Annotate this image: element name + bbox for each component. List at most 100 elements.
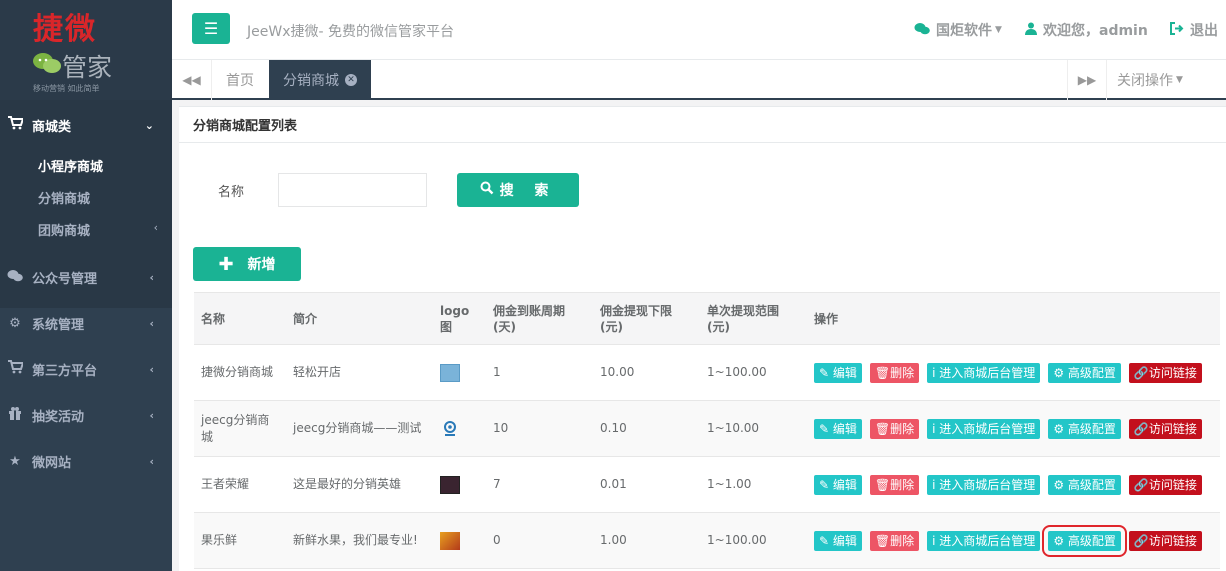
delete-button[interactable]: 🗑删除	[869, 530, 920, 551]
cell-intro: jeecg分销商城——测试	[286, 400, 433, 457]
header-title: JeeWx捷微- 免费的微信管家平台	[247, 24, 454, 40]
visit-link-button[interactable]: 🔗访问链接	[1128, 474, 1202, 495]
welcome-label: 欢迎您，admin	[1043, 23, 1148, 39]
logout-icon	[1170, 21, 1184, 39]
tab-label: 首页	[226, 73, 254, 89]
sidebar-item-groupbuy-mall[interactable]: 团购商城	[38, 220, 90, 239]
sidebar-group-microsite[interactable]: ★ 微网站 ‹	[0, 438, 172, 484]
edit-button[interactable]: ✎ 编辑	[814, 474, 862, 495]
advanced-label: 高级配置	[1067, 421, 1116, 436]
sidebar-group-mall[interactable]: 商城类 ⌄	[0, 102, 172, 148]
edit-button[interactable]: ✎ 编辑	[814, 418, 862, 439]
sidebar-item-miniprogram-mall[interactable]: 小程序商城	[38, 156, 103, 175]
link-label: 访问链接	[1148, 365, 1197, 380]
delete-button[interactable]: 🗑删除	[869, 362, 920, 383]
search-name-input[interactable]	[278, 173, 427, 207]
cell-logo	[433, 344, 486, 401]
add-button[interactable]: ✚ 新增	[193, 247, 301, 281]
column-header-actions: 操作	[807, 292, 1220, 345]
cell-actions: ✎ 编辑 🗑删除 i 进入商城后台管理 ⚙ 高级配置 🔗访问链接	[807, 456, 1220, 513]
tab-scroll-left-button[interactable]: ◀◀	[172, 60, 212, 100]
cell-min: 10.00	[593, 344, 700, 401]
company-dropdown[interactable]: 国炬软件 ▼	[914, 20, 1002, 40]
enter-admin-button[interactable]: i 进入商城后台管理	[927, 362, 1041, 383]
menu-toggle-button[interactable]: ☰	[192, 13, 230, 44]
chevron-left-icon: ‹	[149, 408, 154, 422]
cell-actions: ✎ 编辑 🗑删除 i 进入商城后台管理 ⚙ 高级配置 🔗访问链接	[807, 512, 1220, 569]
cell-range: 1~100.00	[700, 512, 807, 569]
sidebar: 捷微 管家 移动营销 如此简单 商城类 ⌄ 小程序商城 分销商城 团购商城 ‹ …	[0, 0, 172, 571]
link-label: 访问链接	[1148, 533, 1197, 548]
advanced-config-button[interactable]: ⚙ 高级配置	[1048, 474, 1121, 495]
wechat-logo-icon	[33, 53, 61, 73]
cell-name: 果乐鲜	[194, 512, 286, 569]
close-icon[interactable]: ✕	[345, 74, 357, 86]
top-header: ☰ JeeWx捷微- 免费的微信管家平台 国炬软件 ▼ 欢迎您，admin 退出	[172, 0, 1226, 60]
link-label: 访问链接	[1148, 421, 1197, 436]
tab-bar: ◀◀ 首页 分销商城 ✕ ▶▶ 关闭操作 ▼	[172, 60, 1226, 100]
logout-link[interactable]: 退出	[1170, 20, 1218, 40]
search-button-label: 搜 索	[499, 183, 557, 199]
search-button[interactable]: 搜 索	[457, 173, 579, 207]
sidebar-item-distribution-mall[interactable]: 分销商城	[38, 188, 90, 207]
advanced-config-button[interactable]: ⚙ 高级配置	[1048, 418, 1121, 439]
delete-button[interactable]: 🗑删除	[869, 474, 920, 495]
chevron-left-icon: ‹	[149, 454, 154, 468]
cell-intro: 轻松开店	[286, 344, 433, 401]
advanced-config-button[interactable]: ⚙ 高级配置	[1048, 362, 1121, 383]
tab-home[interactable]: 首页	[212, 60, 268, 100]
column-header-name: 名称	[194, 292, 286, 345]
sidebar-group-wechat[interactable]: 公众号管理 ‹	[0, 254, 172, 300]
chevron-down-icon: ⌄	[144, 118, 154, 132]
column-header-intro: 简介	[286, 292, 433, 345]
close-ops-label: 关闭操作	[1117, 73, 1173, 89]
mall-config-table: 名称 简介 logo图 佣金到账周期(天) 佣金提现下限(元) 单次提现范围(元…	[194, 292, 1220, 569]
trash-icon: 🗑	[874, 533, 891, 548]
delete-label: 删除	[890, 421, 915, 436]
table-row: 捷微分销商城 轻松开店 1 10.00 1~100.00 ✎ 编辑 🗑删除 i …	[194, 344, 1220, 401]
advanced-config-button[interactable]: ⚙ 高级配置	[1042, 524, 1127, 557]
cell-name: 王者荣耀	[194, 456, 286, 513]
edit-button[interactable]: ✎ 编辑	[814, 362, 862, 383]
cell-min: 1.00	[593, 512, 700, 569]
visit-link-button[interactable]: 🔗访问链接	[1128, 530, 1202, 551]
column-header-period: 佣金到账周期(天)	[486, 292, 593, 345]
star-icon: ★	[9, 453, 21, 469]
logo-slogan: 移动营销 如此简单	[33, 84, 100, 93]
cell-min: 0.01	[593, 456, 700, 513]
tab-distribution-mall[interactable]: 分销商城 ✕	[269, 60, 371, 100]
edit-label: 编辑	[832, 533, 857, 548]
close-operations-dropdown[interactable]: 关闭操作 ▼	[1117, 60, 1183, 100]
advanced-label: 高级配置	[1067, 477, 1116, 492]
brand-logo: 捷微 管家 移动营销 如此简单	[0, 0, 172, 100]
enter-admin-button[interactable]: i 进入商城后台管理	[927, 530, 1041, 551]
plus-icon: ✚	[218, 253, 234, 275]
cell-actions: ✎ 编辑 🗑删除 i 进入商城后台管理 ⚙ 高级配置 🔗访问链接	[807, 400, 1220, 457]
logo-thumbnail	[440, 531, 460, 550]
tab-scroll-right-button[interactable]: ▶▶	[1067, 60, 1107, 100]
edit-button[interactable]: ✎ 编辑	[814, 530, 862, 551]
sidebar-group-label: 第三方平台	[32, 363, 98, 379]
user-welcome[interactable]: 欢迎您，admin	[1025, 20, 1148, 40]
delete-button[interactable]: 🗑删除	[869, 418, 920, 439]
table-row: jeecg分销商城 jeecg分销商城——测试 10 0.10 1~10.00 …	[194, 400, 1220, 457]
sidebar-group-lottery[interactable]: 抽奖活动 ‹	[0, 392, 172, 438]
sidebar-group-system[interactable]: ⚙ 系统管理 ‹	[0, 300, 172, 346]
enter-label: 进入商城后台管理	[939, 365, 1036, 380]
advanced-label: 高级配置	[1067, 533, 1116, 548]
enter-admin-button[interactable]: i 进入商城后台管理	[927, 418, 1041, 439]
cogs-icon: ⚙	[1053, 421, 1068, 436]
search-name-label: 名称	[218, 185, 245, 200]
sidebar-group-thirdparty[interactable]: 第三方平台 ‹	[0, 346, 172, 392]
gear-icon: ⚙	[9, 315, 21, 331]
link-icon: 🔗	[1133, 421, 1149, 436]
enter-admin-button[interactable]: i 进入商城后台管理	[927, 474, 1041, 495]
visit-link-button[interactable]: 🔗访问链接	[1128, 362, 1202, 383]
cart-icon	[6, 360, 25, 378]
table-row: 王者荣耀 这是最好的分销英雄 7 0.01 1~1.00 ✎ 编辑 🗑删除 i …	[194, 456, 1220, 513]
delete-label: 删除	[890, 533, 915, 548]
visit-link-button[interactable]: 🔗访问链接	[1128, 418, 1202, 439]
trash-icon: 🗑	[874, 421, 891, 436]
cogs-icon: ⚙	[1053, 477, 1068, 492]
edit-icon: ✎	[819, 365, 833, 380]
